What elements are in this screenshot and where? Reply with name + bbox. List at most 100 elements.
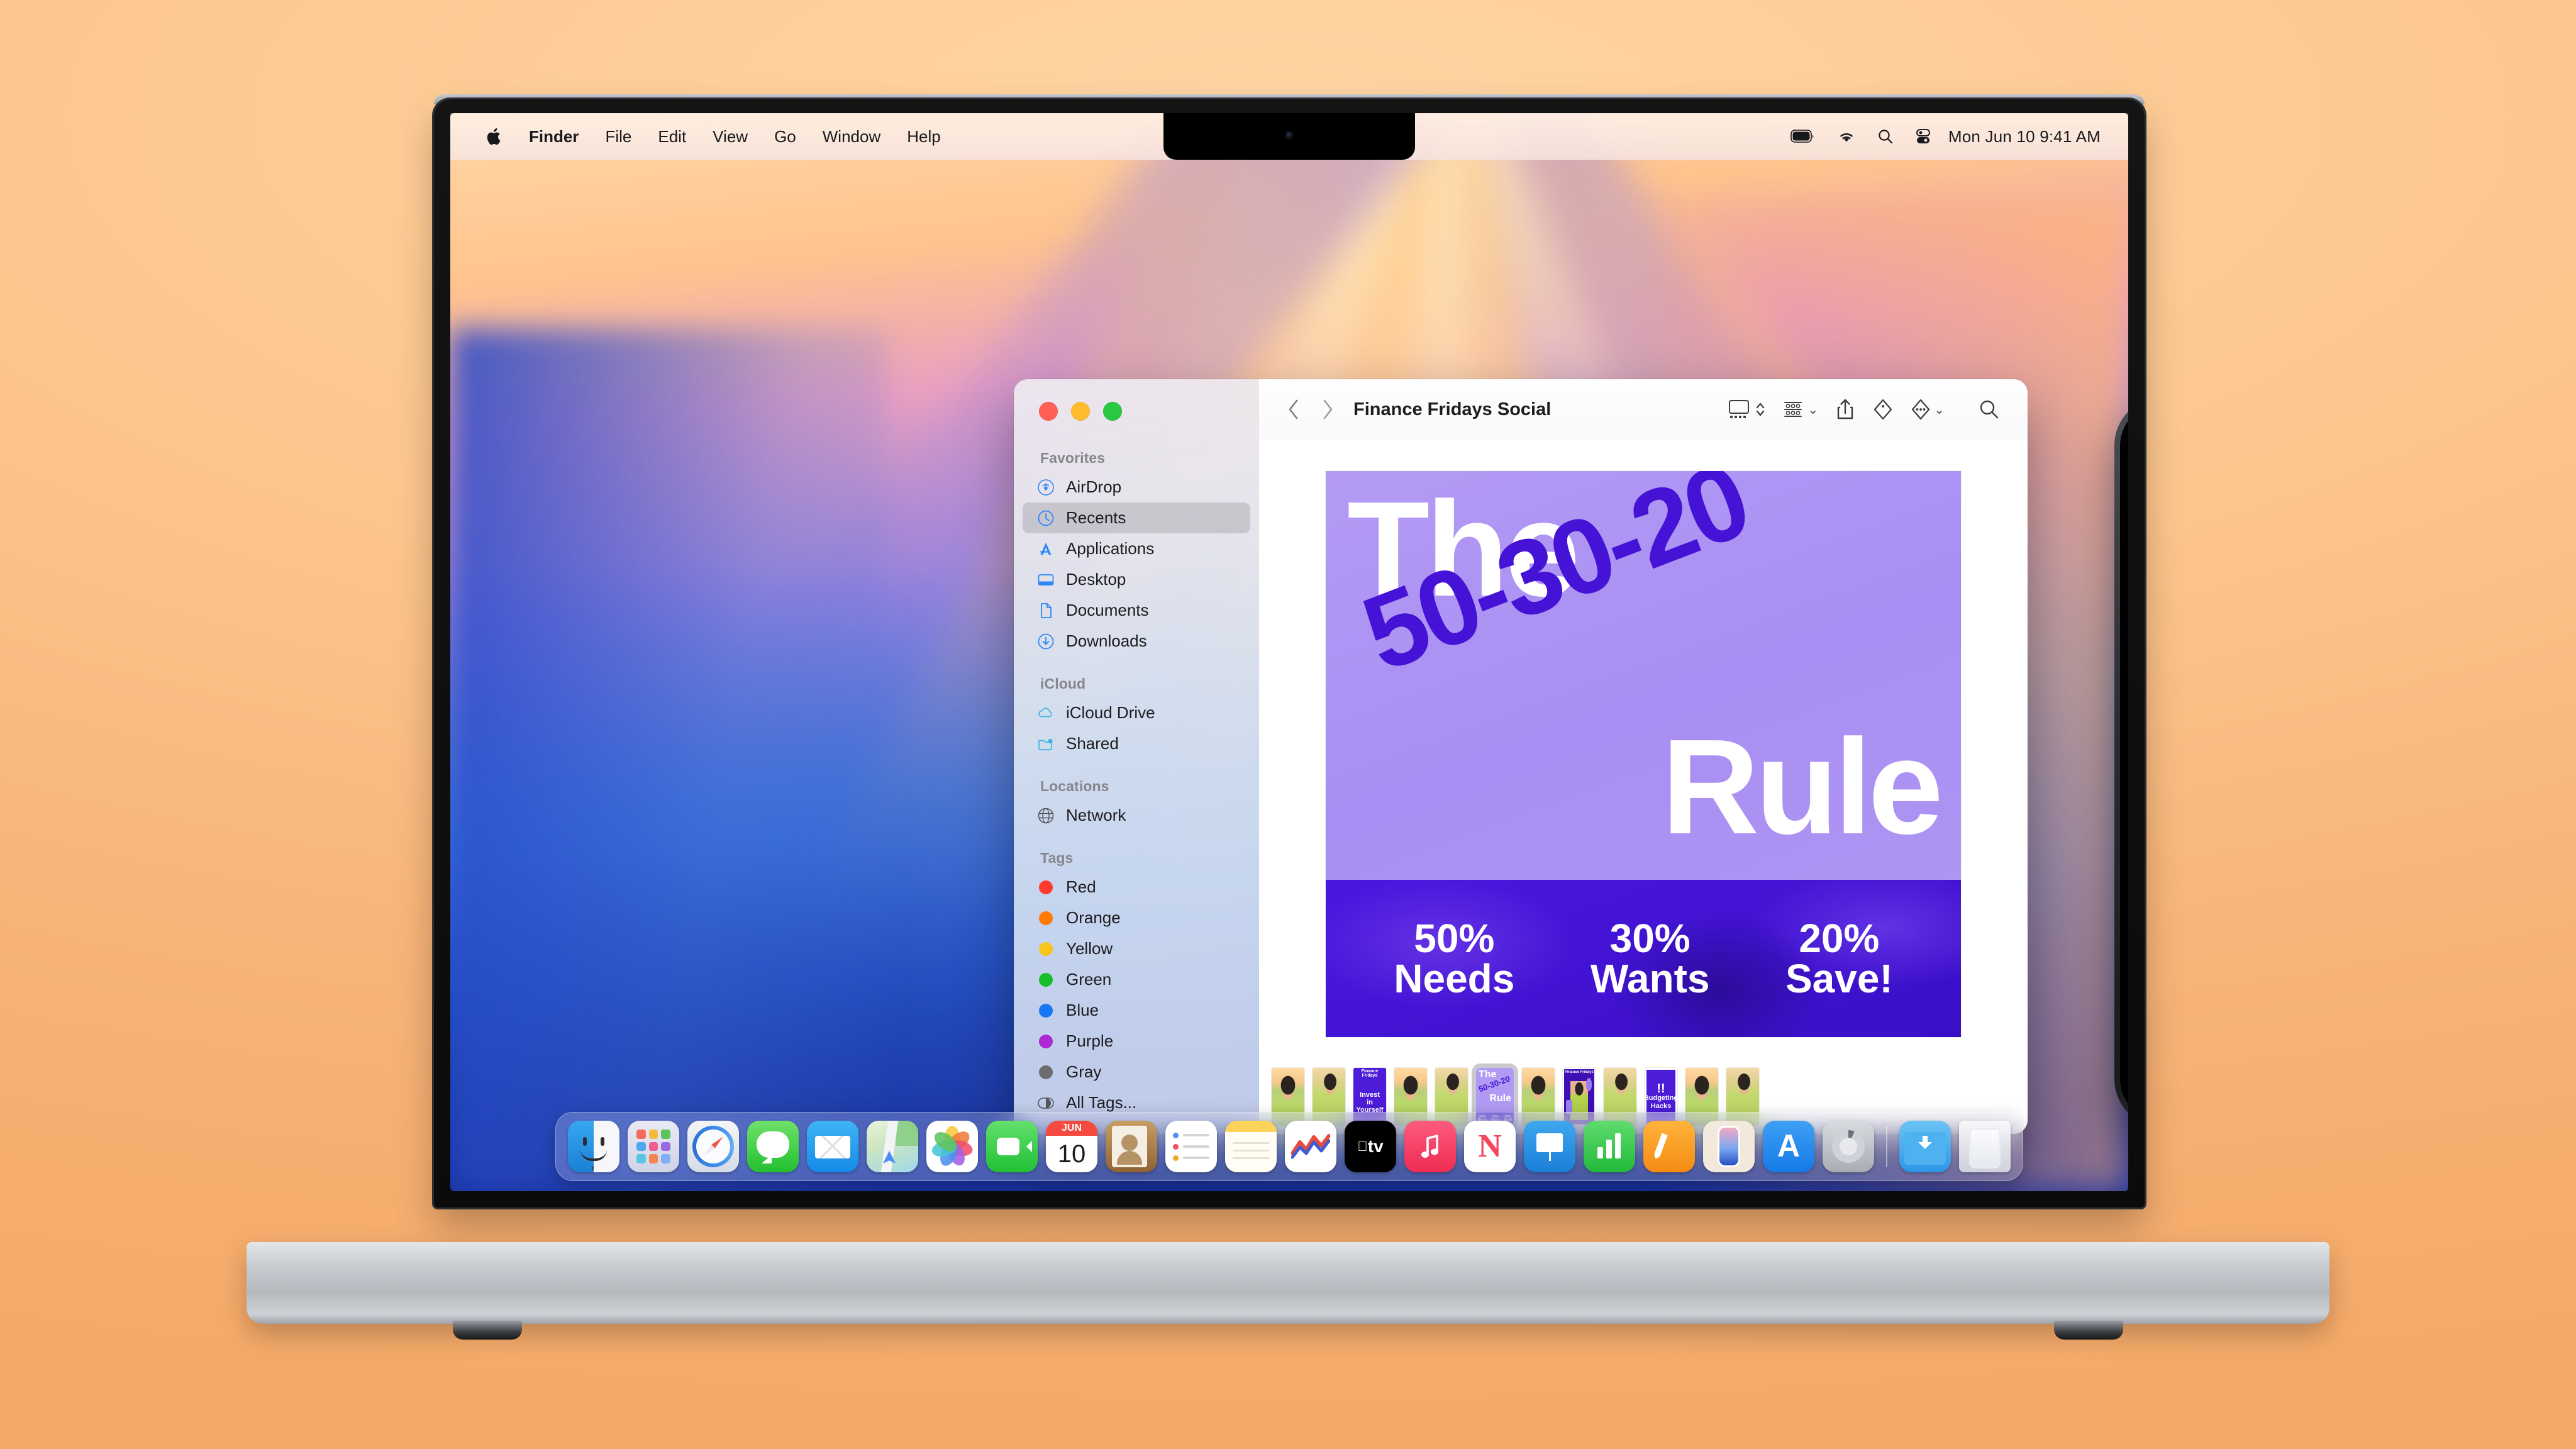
battery-icon[interactable] — [1780, 113, 1826, 160]
view-mode-control[interactable] — [1721, 399, 1772, 420]
dock-item-trash[interactable] — [1959, 1121, 2011, 1172]
dock-item-music[interactable] — [1404, 1121, 1456, 1172]
sidebar-tag-red[interactable]: Red — [1023, 872, 1250, 902]
more-actions-control[interactable]: ⌄ — [1904, 399, 1951, 420]
menu-item-window[interactable]: Window — [809, 113, 894, 160]
sidebar-item-icloud-drive[interactable]: iCloud Drive — [1023, 697, 1250, 728]
sidebar-heading-locations: Locations — [1040, 778, 1109, 794]
sidebar-item-label: Downloads — [1066, 631, 1147, 650]
sidebar-heading-icloud: iCloud — [1040, 675, 1086, 692]
finder-gallery-preview: The 50-30-20 Rule 50% Needs 30% Wants 20… — [1259, 440, 2028, 1060]
dock-item-contacts[interactable] — [1106, 1121, 1157, 1172]
menu-item-view[interactable]: View — [699, 113, 761, 160]
desktop-icon — [1036, 570, 1055, 589]
dock-item-numbers[interactable] — [1584, 1121, 1635, 1172]
dock-item-app-store[interactable]: A — [1763, 1121, 1814, 1172]
poster-preview: The 50-30-20 Rule 50% Needs 30% Wants 20… — [1326, 471, 1961, 1037]
poster-stats-bar: 50% Needs 30% Wants 20% Save! — [1326, 880, 1961, 1037]
dock-item-system-settings[interactable] — [1823, 1121, 1874, 1172]
sidebar-item-label: AirDrop — [1066, 477, 1122, 496]
dock-item-launchpad[interactable] — [628, 1121, 679, 1172]
dock-item-messages[interactable] — [747, 1121, 799, 1172]
poster-stat: 20% Save! — [1785, 918, 1893, 999]
dock-item-downloads[interactable] — [1899, 1121, 1951, 1172]
sidebar-tag-yellow[interactable]: Yellow — [1023, 933, 1250, 964]
forward-button[interactable] — [1311, 392, 1345, 426]
sidebar-item-shared[interactable]: Shared — [1023, 728, 1250, 759]
sidebar-tag-purple[interactable]: Purple — [1023, 1026, 1250, 1057]
dock-item-iphone-mirroring[interactable] — [1703, 1121, 1755, 1172]
menu-item-go[interactable]: Go — [761, 113, 809, 160]
thumb-line: Rule — [1489, 1093, 1511, 1104]
dock-item-keynote[interactable] — [1524, 1121, 1575, 1172]
dock-item-safari[interactable] — [687, 1121, 739, 1172]
thumb-line: !! — [1657, 1082, 1665, 1096]
minimize-button[interactable] — [1071, 402, 1090, 421]
sidebar-tag-gray[interactable]: Gray — [1023, 1057, 1250, 1087]
sidebar-item-label: Purple — [1066, 1031, 1114, 1050]
sidebar-item-airdrop[interactable]: AirDrop — [1023, 472, 1250, 502]
dock-item-news[interactable]: N — [1464, 1121, 1516, 1172]
sidebar-item-label: Recents — [1066, 508, 1126, 527]
apple-menu[interactable] — [473, 113, 516, 160]
clock-icon — [1036, 509, 1055, 528]
search-button[interactable] — [1972, 392, 2006, 426]
dock-item-finder[interactable] — [568, 1121, 619, 1172]
menu-item-edit[interactable]: Edit — [645, 113, 699, 160]
dock-item-calendar[interactable]: JUN 10 — [1046, 1121, 1097, 1172]
dock-item-notes[interactable] — [1225, 1121, 1277, 1172]
sidebar-item-desktop[interactable]: Desktop — [1023, 564, 1250, 595]
dock-item-stocks[interactable] — [1285, 1121, 1336, 1172]
arrange-control[interactable]: ⌄ — [1776, 399, 1824, 420]
menu-item-help[interactable]: Help — [894, 113, 953, 160]
close-button[interactable] — [1039, 402, 1058, 421]
finder-sidebar: Favorites AirDrop Recents Applications D… — [1014, 379, 1259, 1134]
laptop-foot-right — [2054, 1321, 2123, 1340]
share-button[interactable] — [1828, 392, 1862, 426]
sidebar-item-label: All Tags... — [1066, 1093, 1137, 1112]
wifi-icon[interactable] — [1826, 113, 1867, 160]
sidebar-item-label: Orange — [1066, 908, 1121, 927]
zoom-button[interactable] — [1103, 402, 1122, 421]
airdrop-icon — [1036, 478, 1055, 497]
back-button[interactable] — [1277, 392, 1311, 426]
apple-logo-icon — [486, 127, 502, 146]
poster-stat: 50% Needs — [1394, 918, 1514, 999]
sidebar-item-network[interactable]: Network — [1023, 800, 1250, 831]
laptop-base — [247, 1242, 2329, 1324]
sidebar-item-applications[interactable]: Applications — [1023, 533, 1250, 564]
dock-item-pages[interactable] — [1643, 1121, 1695, 1172]
menu-bar-clock[interactable]: Mon Jun 10 9:41 AM — [1942, 127, 2101, 147]
menu-item-finder[interactable]: Finder — [516, 113, 592, 160]
sidebar-item-downloads[interactable]: Downloads — [1023, 626, 1250, 657]
tag-dot-icon — [1036, 1001, 1055, 1020]
sidebar-tag-green[interactable]: Green — [1023, 964, 1250, 995]
webcam-icon — [1286, 132, 1292, 138]
sidebar-tag-orange[interactable]: Orange — [1023, 902, 1250, 933]
iphone-screen: Budgeting Edit — [2120, 403, 2128, 1121]
iphone-device: Budgeting Edit — [2114, 397, 2128, 1127]
stat-percent: 30% — [1609, 916, 1690, 961]
dock-item-mail[interactable] — [807, 1121, 858, 1172]
control-center-icon[interactable] — [1904, 113, 1942, 160]
thumb-line: in — [1367, 1098, 1373, 1106]
stat-percent: 50% — [1414, 916, 1495, 961]
chevron-down-icon: ⌄ — [1807, 402, 1819, 417]
menu-item-file[interactable]: File — [592, 113, 645, 160]
sidebar-item-label: Applications — [1066, 539, 1155, 558]
dock-item-maps[interactable] — [867, 1121, 918, 1172]
dock-item-apple-tv[interactable]: tv — [1345, 1121, 1396, 1172]
chevron-down-icon: ⌄ — [1934, 402, 1945, 417]
dock-item-reminders[interactable] — [1165, 1121, 1217, 1172]
sidebar-item-documents[interactable]: Documents — [1023, 595, 1250, 626]
dock-item-photos[interactable] — [926, 1121, 978, 1172]
stat-label: Save! — [1785, 956, 1893, 1001]
dock-item-facetime[interactable] — [986, 1121, 1038, 1172]
sidebar-heading-tags: Tags — [1040, 850, 1074, 866]
sidebar-tag-blue[interactable]: Blue — [1023, 995, 1250, 1026]
search-icon[interactable] — [1867, 113, 1904, 160]
sidebar-item-label: Yellow — [1066, 939, 1113, 958]
sidebar-item-recents[interactable]: Recents — [1023, 502, 1250, 533]
thumb-line: Hacks — [1650, 1102, 1672, 1110]
tag-button[interactable] — [1866, 392, 1900, 426]
